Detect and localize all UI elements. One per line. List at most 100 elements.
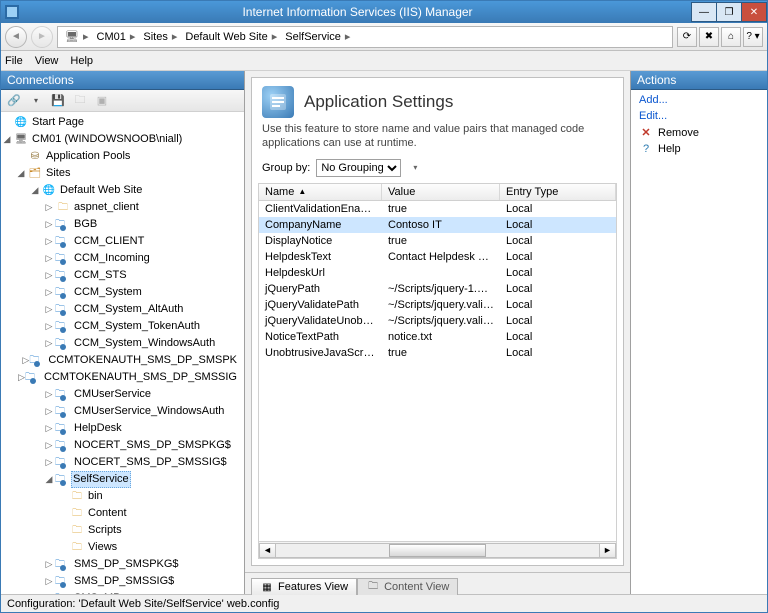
breadcrumb-item[interactable]: Default Web Site▸ (182, 30, 280, 43)
stop-icon[interactable]: ✖ (699, 27, 719, 47)
expand-icon[interactable]: ▷ (43, 234, 55, 249)
menu-file[interactable]: File (5, 55, 23, 67)
save-icon[interactable]: 💾 (49, 92, 67, 110)
action-remove[interactable]: ✕Remove (639, 126, 759, 139)
tree-node[interactable]: ▷🗀CCMTOKENAUTH_SMS_DP_SMSSIG (1, 369, 244, 386)
expand-icon[interactable]: ▷ (43, 404, 55, 419)
expand-icon[interactable]: ▷ (43, 455, 55, 470)
forward-button[interactable]: ► (31, 26, 53, 48)
breadcrumb-item[interactable]: Sites▸ (140, 30, 180, 43)
tree-node[interactable]: ▷🗀CCM_System (1, 284, 244, 301)
delete-icon[interactable]: 🗀 (71, 92, 89, 110)
expand-icon[interactable]: ◢ (1, 132, 13, 147)
tree-node[interactable]: ▷🗀CCM_STS (1, 267, 244, 284)
expand-icon[interactable]: ▷ (43, 200, 55, 215)
tree-node[interactable]: 🗀Content (1, 505, 244, 522)
tree-node[interactable]: 🗀Views (1, 539, 244, 556)
tab-features-view[interactable]: ▦Features View (251, 578, 357, 595)
refresh-icon[interactable]: ⟳ (677, 27, 697, 47)
tree-node[interactable]: ▷🗀CCM_System_AltAuth (1, 301, 244, 318)
menu-view[interactable]: View (35, 55, 59, 67)
tree-node[interactable]: ◢🗀SelfService (1, 471, 244, 488)
scroll-left-icon[interactable]: ◄ (259, 543, 276, 558)
tree-node[interactable]: ▷🗀CCM_System_TokenAuth (1, 318, 244, 335)
expand-icon[interactable]: ▷ (43, 574, 55, 589)
connect-icon[interactable]: 🔗 (5, 92, 23, 110)
expand-icon[interactable]: ▷ (22, 353, 29, 368)
expand-icon[interactable]: ▷ (43, 268, 55, 283)
tree-node[interactable]: 🗀Scripts (1, 522, 244, 539)
tree-node[interactable]: ▷🗀CCMTOKENAUTH_SMS_DP_SMSPK (1, 352, 244, 369)
close-button[interactable]: ✕ (741, 2, 767, 22)
minimize-button[interactable]: — (691, 2, 717, 22)
tree-node[interactable]: ▷🗀CMUserService (1, 386, 244, 403)
expand-icon[interactable]: ▷ (43, 336, 55, 351)
table-row[interactable]: HelpdeskUrlLocal (259, 265, 616, 281)
tab-content-view[interactable]: 🗀Content View (357, 578, 458, 595)
expand-icon[interactable]: ▷ (43, 285, 55, 300)
table-row[interactable]: NoticeTextPathnotice.txtLocal (259, 329, 616, 345)
scroll-thumb[interactable] (389, 544, 486, 557)
action-help[interactable]: ?Help (639, 143, 759, 155)
horizontal-scrollbar[interactable]: ◄ ► (259, 541, 616, 558)
help-dropdown-icon[interactable]: ? ▾ (743, 27, 763, 47)
expand-icon[interactable]: ▷ (18, 370, 25, 385)
tree-node[interactable]: ▷🗀HelpDesk (1, 420, 244, 437)
tree-node[interactable]: ▷🗀BGB (1, 216, 244, 233)
tree-node[interactable]: ◢🗂Sites (1, 165, 244, 182)
dropdown-icon[interactable]: ▾ (27, 92, 45, 110)
tree-node[interactable]: ◢🌐Default Web Site (1, 182, 244, 199)
table-row[interactable]: jQueryValidateUnobtrusi...~/Scripts/jque… (259, 313, 616, 329)
menu-help[interactable]: Help (70, 55, 93, 67)
table-row[interactable]: CompanyNameContoso ITLocal (259, 217, 616, 233)
column-entry[interactable]: Entry Type (500, 184, 616, 200)
tree-node[interactable]: ▷🗀NOCERT_SMS_DP_SMSSIG$ (1, 454, 244, 471)
expand-icon[interactable]: ▷ (43, 251, 55, 266)
up-icon[interactable]: ▣ (93, 92, 111, 110)
expand-icon[interactable]: ▷ (43, 302, 55, 317)
tree-node[interactable]: 🗀bin (1, 488, 244, 505)
groupby-extra-icon[interactable]: ▾ (407, 163, 417, 172)
tree-node[interactable]: 🌐Start Page (1, 114, 244, 131)
tree-node[interactable]: ▷🗀aspnet_client (1, 199, 244, 216)
tree-node[interactable]: ⛁Application Pools (1, 148, 244, 165)
breadcrumb-item[interactable]: CM01▸ (94, 30, 139, 43)
tree-node[interactable]: ▷🗀SMS_DP_SMSSIG$ (1, 573, 244, 590)
table-row[interactable]: HelpdeskTextContact Helpdesk or IT ...Lo… (259, 249, 616, 265)
expand-icon[interactable]: ▷ (43, 217, 55, 232)
maximize-button[interactable]: ❐ (716, 2, 742, 22)
expand-icon[interactable]: ▷ (43, 557, 55, 572)
tree-node[interactable]: ▷🗀CCM_System_WindowsAuth (1, 335, 244, 352)
home-icon[interactable]: ⌂ (721, 27, 741, 47)
expand-icon[interactable]: ▷ (43, 319, 55, 334)
connections-tree[interactable]: 🌐Start Page◢🖥CM01 (WINDOWSNOOB\niall)⛁Ap… (1, 112, 244, 594)
tree-node[interactable]: ◢🖥CM01 (WINDOWSNOOB\niall) (1, 131, 244, 148)
expand-icon[interactable]: ◢ (29, 183, 41, 198)
tree-node[interactable]: ▷🗀CCM_Incoming (1, 250, 244, 267)
groupby-select[interactable]: No Grouping (316, 159, 401, 177)
table-row[interactable]: UnobtrusiveJavaScriptEn...trueLocal (259, 345, 616, 361)
expand-icon[interactable]: ◢ (15, 166, 27, 181)
breadcrumb[interactable]: 🖥▸ CM01▸ Sites▸ Default Web Site▸ SelfSe… (57, 26, 673, 48)
table-row[interactable]: ClientValidationEnabledtrueLocal (259, 201, 616, 217)
tree-node[interactable]: ▷🗀CMUserService_WindowsAuth (1, 403, 244, 420)
expand-icon[interactable]: ▷ (43, 421, 55, 436)
tree-node[interactable]: ▷🗀SMS_DP_SMSPKG$ (1, 556, 244, 573)
table-row[interactable]: jQueryValidatePath~/Scripts/jquery.valid… (259, 297, 616, 313)
expand-icon[interactable]: ▷ (43, 438, 55, 453)
back-button[interactable]: ◄ (5, 26, 27, 48)
action-add[interactable]: Add... (639, 94, 759, 106)
tree-node[interactable]: ▷🗀CCM_CLIENT (1, 233, 244, 250)
action-edit[interactable]: Edit... (639, 110, 759, 122)
scroll-right-icon[interactable]: ► (599, 543, 616, 558)
column-name[interactable]: Name▲ (259, 184, 382, 200)
table-row[interactable]: DisplayNoticetrueLocal (259, 233, 616, 249)
breadcrumb-root[interactable]: 🖥▸ (62, 30, 92, 43)
column-value[interactable]: Value (382, 184, 500, 200)
tree-node[interactable]: ▷🗀NOCERT_SMS_DP_SMSPKG$ (1, 437, 244, 454)
expand-icon[interactable]: ◢ (43, 472, 55, 487)
grid-body[interactable]: ClientValidationEnabledtrueLocalCompanyN… (259, 201, 616, 541)
table-row[interactable]: jQueryPath~/Scripts/jquery-1.10.2....Loc… (259, 281, 616, 297)
breadcrumb-item[interactable]: SelfService▸ (282, 30, 353, 43)
expand-icon[interactable]: ▷ (43, 387, 55, 402)
